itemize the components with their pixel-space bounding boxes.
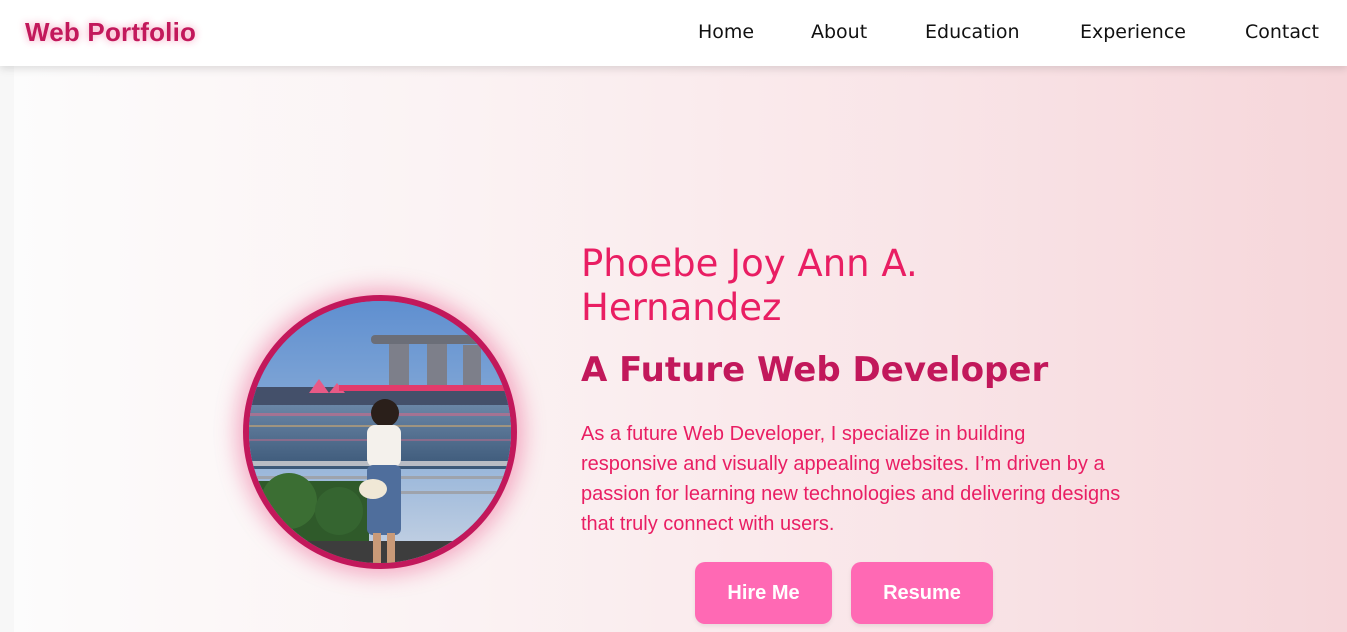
hero-tagline: A Future Web Developer bbox=[581, 350, 1049, 390]
hire-me-button[interactable]: Hire Me bbox=[695, 562, 832, 624]
hero-section bbox=[0, 66, 1347, 632]
nav-link-home[interactable]: Home bbox=[698, 21, 754, 43]
hero-intro: As a future Web Developer, I specialize … bbox=[581, 423, 1121, 535]
hero-edge bbox=[0, 66, 14, 632]
nav-link-experience[interactable]: Experience bbox=[1080, 21, 1186, 43]
resume-button[interactable]: Resume bbox=[851, 562, 993, 624]
profile-photo-image bbox=[249, 301, 511, 563]
nav-link-about[interactable]: About bbox=[811, 21, 867, 43]
nav-links: Home About Education Experience Contact bbox=[0, 21, 1347, 47]
profile-photo bbox=[243, 295, 517, 569]
nav-link-education[interactable]: Education bbox=[925, 21, 1020, 43]
navbar: Web Portfolio Home About Education Exper… bbox=[0, 0, 1347, 66]
nav-link-contact[interactable]: Contact bbox=[1245, 21, 1319, 43]
hero-name: Phoebe Joy Ann A. Hernandez bbox=[581, 242, 918, 329]
